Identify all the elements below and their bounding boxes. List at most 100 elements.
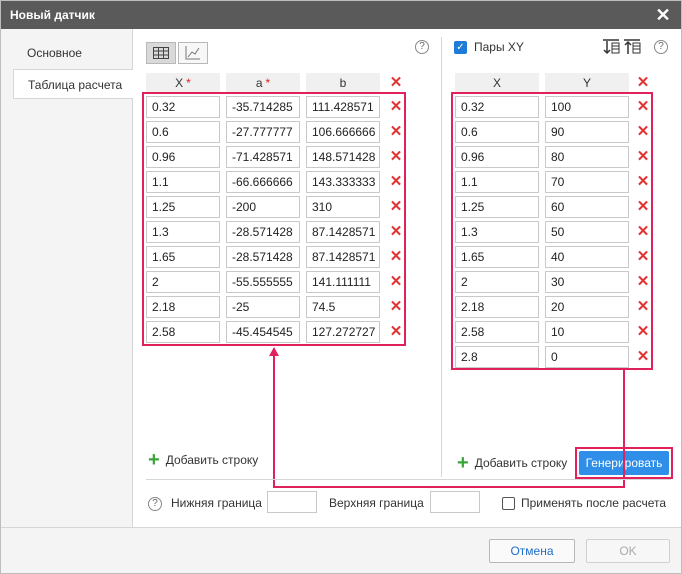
help-icon-bounds[interactable]: ? <box>148 497 162 511</box>
cell-a[interactable]: -71.428571 <box>226 146 300 168</box>
delete-row-icon[interactable]: ✕ <box>636 274 650 289</box>
cell-x[interactable]: 2 <box>455 271 539 293</box>
delete-row-icon[interactable]: ✕ <box>389 124 403 139</box>
cell-x[interactable]: 1.1 <box>455 171 539 193</box>
cell-x[interactable]: 0.32 <box>455 96 539 118</box>
sidebar-item-main[interactable]: Основное <box>13 38 133 68</box>
cell-x[interactable]: 1.3 <box>455 221 539 243</box>
cell-a[interactable]: -28.571428 <box>226 221 300 243</box>
delete-column-icon[interactable]: ✕ <box>389 75 403 90</box>
cell-a[interactable]: -27.777777 <box>226 121 300 143</box>
cell-x[interactable]: 1.25 <box>146 196 220 218</box>
delete-row-icon[interactable]: ✕ <box>389 324 403 339</box>
delete-row-icon[interactable]: ✕ <box>636 174 650 189</box>
column-header-a: a * <box>226 73 300 93</box>
delete-row-icon[interactable]: ✕ <box>389 174 403 189</box>
cell-y[interactable]: 40 <box>545 246 629 268</box>
cell-x[interactable]: 1.1 <box>146 171 220 193</box>
cell-x[interactable]: 0.96 <box>146 146 220 168</box>
cell-x[interactable]: 2.58 <box>455 321 539 343</box>
add-row-right-button[interactable]: + Добавить строку <box>457 453 567 473</box>
pairs-xy-checkbox[interactable]: ✓ <box>454 41 467 54</box>
cell-b[interactable]: 310 <box>306 196 380 218</box>
apply-after-calc-checkbox[interactable] <box>502 497 515 510</box>
cell-b[interactable]: 87.1428571 <box>306 246 380 268</box>
table-icon <box>153 47 169 59</box>
delete-row-icon[interactable]: ✕ <box>636 224 650 239</box>
cell-x[interactable]: 1.3 <box>146 221 220 243</box>
cell-b[interactable]: 143.333333 <box>306 171 380 193</box>
table-view-button[interactable] <box>146 42 176 64</box>
cell-x[interactable]: 0.6 <box>146 121 220 143</box>
cell-y[interactable]: 90 <box>545 121 629 143</box>
cell-y[interactable]: 10 <box>545 321 629 343</box>
cell-y[interactable]: 80 <box>545 146 629 168</box>
cell-x[interactable]: 0.96 <box>455 146 539 168</box>
lower-bound-input[interactable] <box>267 491 317 513</box>
cell-y[interactable]: 20 <box>545 296 629 318</box>
cell-a[interactable]: -45.454545 <box>226 321 300 343</box>
cell-a[interactable]: -55.555555 <box>226 271 300 293</box>
delete-row-icon[interactable]: ✕ <box>636 124 650 139</box>
delete-row-icon[interactable]: ✕ <box>636 299 650 314</box>
cell-a[interactable]: -28.571428 <box>226 246 300 268</box>
delete-row-icon[interactable]: ✕ <box>389 224 403 239</box>
delete-column-icon[interactable]: ✕ <box>636 75 650 90</box>
delete-row-icon[interactable]: ✕ <box>389 99 403 114</box>
cell-x[interactable]: 2.18 <box>146 296 220 318</box>
cell-b[interactable]: 127.272727 <box>306 321 380 343</box>
cell-y[interactable]: 50 <box>545 221 629 243</box>
delete-row-icon[interactable]: ✕ <box>636 149 650 164</box>
sort-ascending-icon[interactable] <box>602 39 620 55</box>
cell-x[interactable]: 2 <box>146 271 220 293</box>
cell-b[interactable]: 141.111111 <box>306 271 380 293</box>
sidebar-item-calc-table[interactable]: Таблица расчета <box>13 69 133 99</box>
cell-x[interactable]: 1.65 <box>146 246 220 268</box>
delete-row-icon[interactable]: ✕ <box>636 324 650 339</box>
cell-x[interactable]: 1.65 <box>455 246 539 268</box>
cell-y[interactable]: 70 <box>545 171 629 193</box>
cell-b[interactable]: 74.5 <box>306 296 380 318</box>
delete-row-icon[interactable]: ✕ <box>389 299 403 314</box>
cell-x[interactable]: 2.18 <box>455 296 539 318</box>
cell-y[interactable]: 0 <box>545 346 629 368</box>
cell-a[interactable]: -25 <box>226 296 300 318</box>
cell-a[interactable]: -200 <box>226 196 300 218</box>
cancel-button[interactable]: Отмена <box>489 539 575 563</box>
delete-row-icon[interactable]: ✕ <box>389 199 403 214</box>
cell-b[interactable]: 148.571428 <box>306 146 380 168</box>
delete-row-icon[interactable]: ✕ <box>389 274 403 289</box>
sort-descending-icon[interactable] <box>623 39 641 55</box>
footer: Отмена OK <box>1 527 681 573</box>
required-mark: * <box>265 76 271 90</box>
add-row-left-button[interactable]: + Добавить строку <box>148 450 258 470</box>
cell-x[interactable]: 1.25 <box>455 196 539 218</box>
cell-x[interactable]: 2.58 <box>146 321 220 343</box>
cell-b[interactable]: 87.1428571 <box>306 221 380 243</box>
delete-row-icon[interactable]: ✕ <box>389 249 403 264</box>
ok-button[interactable]: OK <box>586 539 670 563</box>
cell-a[interactable]: -35.714285 <box>226 96 300 118</box>
cell-b[interactable]: 111.428571 <box>306 96 380 118</box>
required-mark: * <box>186 76 191 90</box>
cell-x[interactable]: 0.6 <box>455 121 539 143</box>
cell-x[interactable]: 2.8 <box>455 346 539 368</box>
delete-row-icon[interactable]: ✕ <box>636 349 650 364</box>
delete-row-icon[interactable]: ✕ <box>636 99 650 114</box>
chart-icon <box>185 46 200 60</box>
cell-y[interactable]: 60 <box>545 196 629 218</box>
chart-view-button[interactable] <box>178 42 208 64</box>
help-icon-right[interactable]: ? <box>654 40 668 54</box>
delete-row-icon[interactable]: ✕ <box>636 249 650 264</box>
cell-y[interactable]: 100 <box>545 96 629 118</box>
close-icon[interactable]: ✕ <box>653 5 673 25</box>
delete-row-icon[interactable]: ✕ <box>636 199 650 214</box>
upper-bound-input[interactable] <box>430 491 480 513</box>
delete-row-icon[interactable]: ✕ <box>389 149 403 164</box>
cell-b[interactable]: 106.666666 <box>306 121 380 143</box>
pairs-xy-label: Пары XY <box>474 40 524 54</box>
cell-y[interactable]: 30 <box>545 271 629 293</box>
cell-x[interactable]: 0.32 <box>146 96 220 118</box>
cell-a[interactable]: -66.666666 <box>226 171 300 193</box>
help-icon-left[interactable]: ? <box>415 40 429 54</box>
